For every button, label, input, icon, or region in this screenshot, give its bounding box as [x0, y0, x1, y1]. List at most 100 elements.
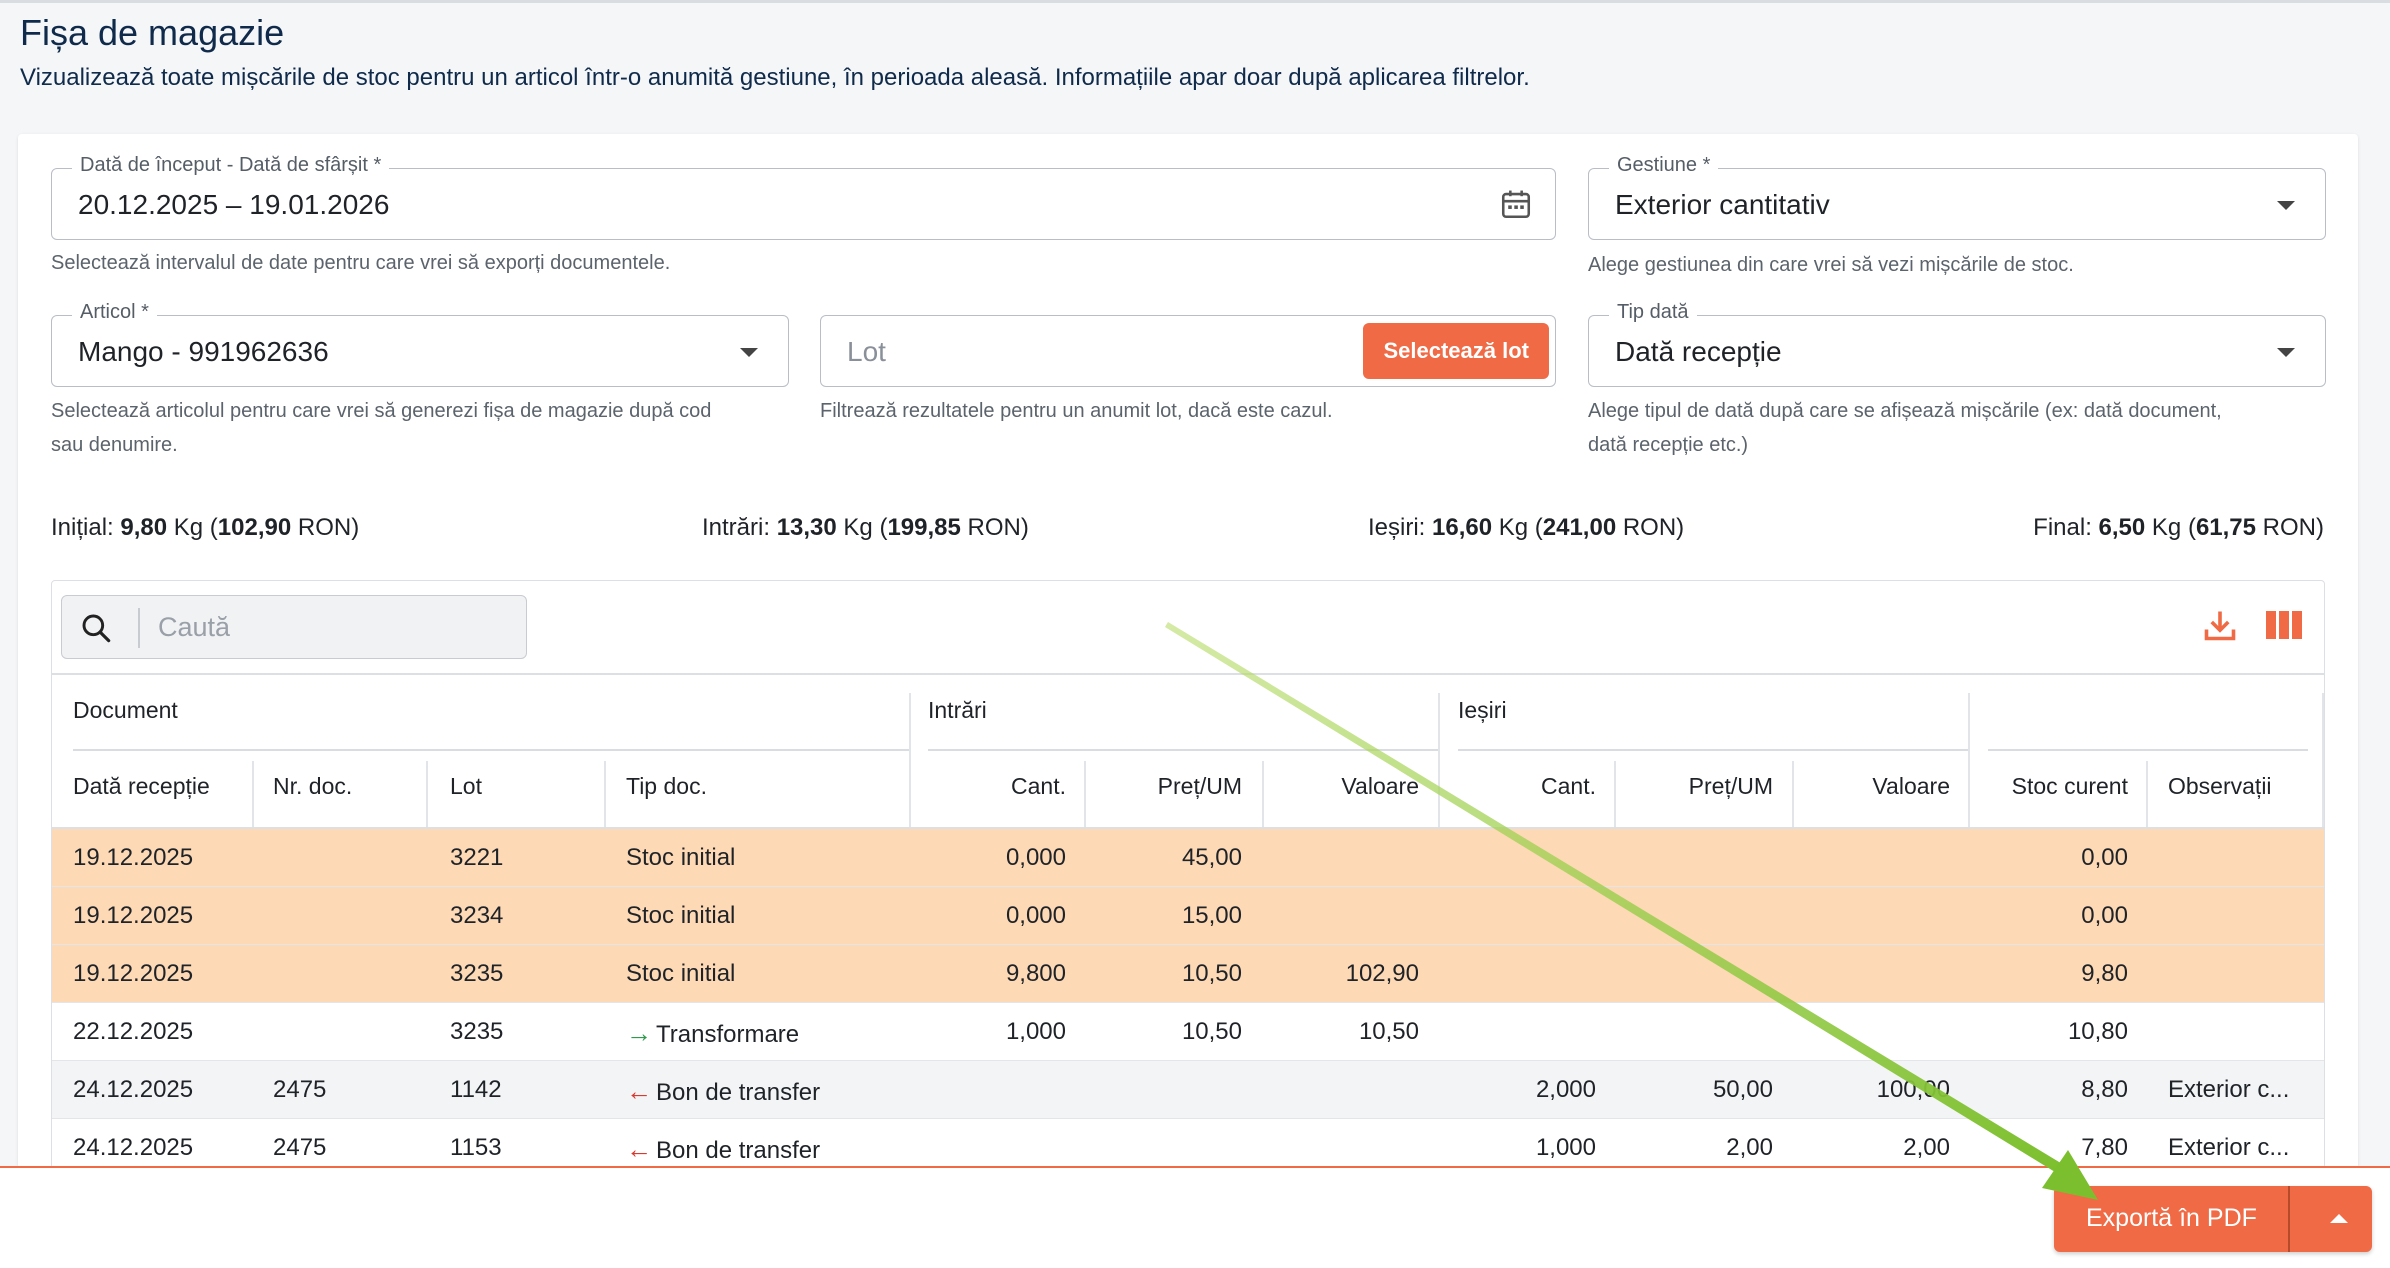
date-range-field[interactable]: Dată de început - Dată de sfârșit * 20.1… — [51, 154, 1556, 240]
column-separator — [1614, 761, 1616, 827]
search-icon — [82, 614, 111, 643]
cell-lot: 3234 — [450, 902, 504, 929]
chevron-up-icon[interactable] — [2330, 1214, 2348, 1223]
cell-in-pret: 45,00 — [1181, 844, 1242, 871]
summary-qty: 16,60 — [1432, 514, 1493, 541]
lot-field[interactable]: Lot Selectează lot — [820, 315, 1556, 387]
table-row[interactable]: 24.12.2025 2475 1153 ← Bon de transfer 1,… — [52, 1119, 2324, 1169]
cell-lot: 3235 — [450, 1018, 504, 1045]
export-pdf-button[interactable]: Exportă în PDF — [2054, 1186, 2372, 1252]
articol-label: Articol * — [72, 301, 157, 324]
column-separator — [604, 761, 606, 827]
tip-data-label: Tip dată — [1609, 301, 1697, 324]
tip-data-select[interactable]: Tip dată Dată recepție — [1588, 301, 2326, 387]
group-underline — [73, 749, 909, 751]
search-input[interactable]: Caută — [61, 595, 527, 659]
summary-unit: Kg ( — [2145, 514, 2196, 541]
summary-qty: 6,50 — [2098, 514, 2146, 541]
cell-lot: 1153 — [450, 1134, 502, 1161]
articol-helper-line1: Selectează articolul pentru care vrei să… — [51, 400, 712, 422]
calendar-icon[interactable] — [1499, 187, 1533, 221]
page-subtitle: Vizualizează toate mișcările de stoc pen… — [20, 64, 1530, 91]
group-underline — [1458, 749, 1968, 751]
tip-data-helper-line2: dată recepție etc.) — [1588, 434, 1749, 456]
summary-value: 199,85 — [887, 514, 961, 541]
select-lot-button[interactable]: Selectează lot — [1363, 323, 1549, 379]
cell-stoc: 9,80 — [2081, 960, 2128, 987]
summary-qty: 13,30 — [776, 514, 837, 541]
group-header-document: Document — [73, 697, 178, 723]
date-range-label: Dată de început - Dată de sfârșit * — [72, 154, 390, 177]
chevron-down-icon[interactable] — [740, 348, 758, 357]
col-header-stoc[interactable]: Stoc curent — [2012, 773, 2128, 800]
export-pdf-label: Exportă în PDF — [2086, 1204, 2257, 1232]
cell-data: 24.12.2025 — [73, 1134, 194, 1161]
group-separator — [2322, 693, 2324, 827]
cell-data: 19.12.2025 — [73, 960, 194, 987]
cell-in-pret: 10,50 — [1181, 1018, 1242, 1045]
column-separator — [252, 761, 254, 827]
col-header-obs[interactable]: Observații — [2168, 773, 2272, 800]
cell-out-pret: 50,00 — [1712, 1076, 1773, 1103]
lot-placeholder: Lot — [847, 336, 886, 367]
col-header-out-val[interactable]: Valoare — [1872, 773, 1950, 800]
arrow-left-icon: ← — [626, 1134, 652, 1164]
table-row[interactable]: 19.12.2025 3234 Stoc initial 0,000 15,00… — [52, 887, 2324, 945]
col-header-out-cant[interactable]: Cant. — [1541, 773, 1596, 800]
cell-out-val: 2,00 — [1903, 1134, 1950, 1161]
group-separator — [909, 693, 911, 827]
cell-in-val: 10,50 — [1358, 1018, 1419, 1045]
col-header-lot[interactable]: Lot — [450, 773, 482, 800]
group-separator — [1438, 693, 1440, 827]
cell-stoc: 0,00 — [2081, 844, 2128, 871]
summary-label: Final: — [2033, 514, 2099, 541]
articol-helper-line2: sau denumire. — [51, 434, 178, 456]
group-separator — [1968, 693, 1970, 827]
articol-value: Mango - 991962636 — [78, 336, 329, 367]
col-header-in-cant[interactable]: Cant. — [1011, 773, 1066, 800]
cell-in-pret: 15,00 — [1181, 902, 1242, 929]
cell-in-cant: 0,000 — [1005, 902, 1066, 929]
cell-tip-text: Bon de transfer — [656, 1137, 821, 1164]
table-row[interactable]: 19.12.2025 3221 Stoc initial 0,000 45,00… — [52, 829, 2324, 887]
column-separator — [1792, 761, 1794, 827]
col-header-in-pret[interactable]: Preț/UM — [1158, 773, 1242, 800]
top-border — [0, 0, 2390, 3]
download-icon[interactable] — [2202, 607, 2238, 643]
toolbar-divider — [52, 673, 2324, 675]
search-divider — [138, 608, 140, 648]
articol-select[interactable]: Articol * Mango - 991962636 — [51, 301, 789, 387]
summary-value: 241,00 — [1542, 514, 1617, 541]
cell-stoc: 0,00 — [2081, 902, 2128, 929]
cell-tip: → Transformare — [626, 1018, 799, 1049]
cell-in-cant: 0,000 — [1005, 844, 1066, 871]
cell-tip: ← Bon de transfer — [626, 1134, 820, 1165]
table-row[interactable]: 24.12.2025 2475 1142 ← Bon de transfer 2,… — [52, 1061, 2324, 1119]
col-header-tip[interactable]: Tip doc. — [626, 773, 707, 800]
table-row[interactable]: 19.12.2025 3235 Stoc initial 9,800 10,50… — [52, 945, 2324, 1003]
gestiune-select[interactable]: Gestiune * Exterior cantitativ — [1588, 154, 2326, 240]
summary-final: Final: 6,50 Kg (61,75 RON) — [2033, 514, 2324, 542]
chevron-down-icon[interactable] — [2277, 348, 2295, 357]
table-row[interactable]: 22.12.2025 3235 → Transformare 1,000 10,5… — [52, 1003, 2324, 1061]
gestiune-value: Exterior cantitativ — [1615, 189, 1830, 220]
summary-unit: Kg ( — [167, 514, 218, 541]
arrow-right-icon: → — [626, 1018, 652, 1048]
cell-data: 19.12.2025 — [73, 902, 194, 929]
date-range-value: 20.12.2025 – 19.01.2026 — [78, 189, 390, 220]
bottom-action-bar: Exportă în PDF — [0, 1166, 2390, 1268]
col-header-nrdoc[interactable]: Nr. doc. — [273, 773, 352, 800]
columns-icon[interactable] — [2266, 611, 2302, 639]
gestiune-helper: Alege gestiunea din care vrei să vezi mi… — [1588, 254, 2074, 276]
tip-data-value: Dată recepție — [1615, 336, 1782, 367]
lot-helper: Filtrează rezultatele pentru un anumit l… — [820, 400, 1333, 422]
summary-iesiri: Ieșiri: 16,60 Kg (241,00 RON) — [1368, 514, 1684, 542]
summary-qty: 9,80 — [120, 514, 168, 541]
col-header-in-val[interactable]: Valoare — [1341, 773, 1419, 800]
chevron-down-icon[interactable] — [2277, 201, 2295, 210]
date-range-helper: Selectează intervalul de date pentru car… — [51, 252, 671, 274]
column-separator — [426, 761, 428, 827]
col-header-data[interactable]: Dată recepție — [73, 773, 210, 800]
cell-tip-text: Bon de transfer — [656, 1079, 821, 1106]
col-header-out-pret[interactable]: Preț/UM — [1689, 773, 1773, 800]
